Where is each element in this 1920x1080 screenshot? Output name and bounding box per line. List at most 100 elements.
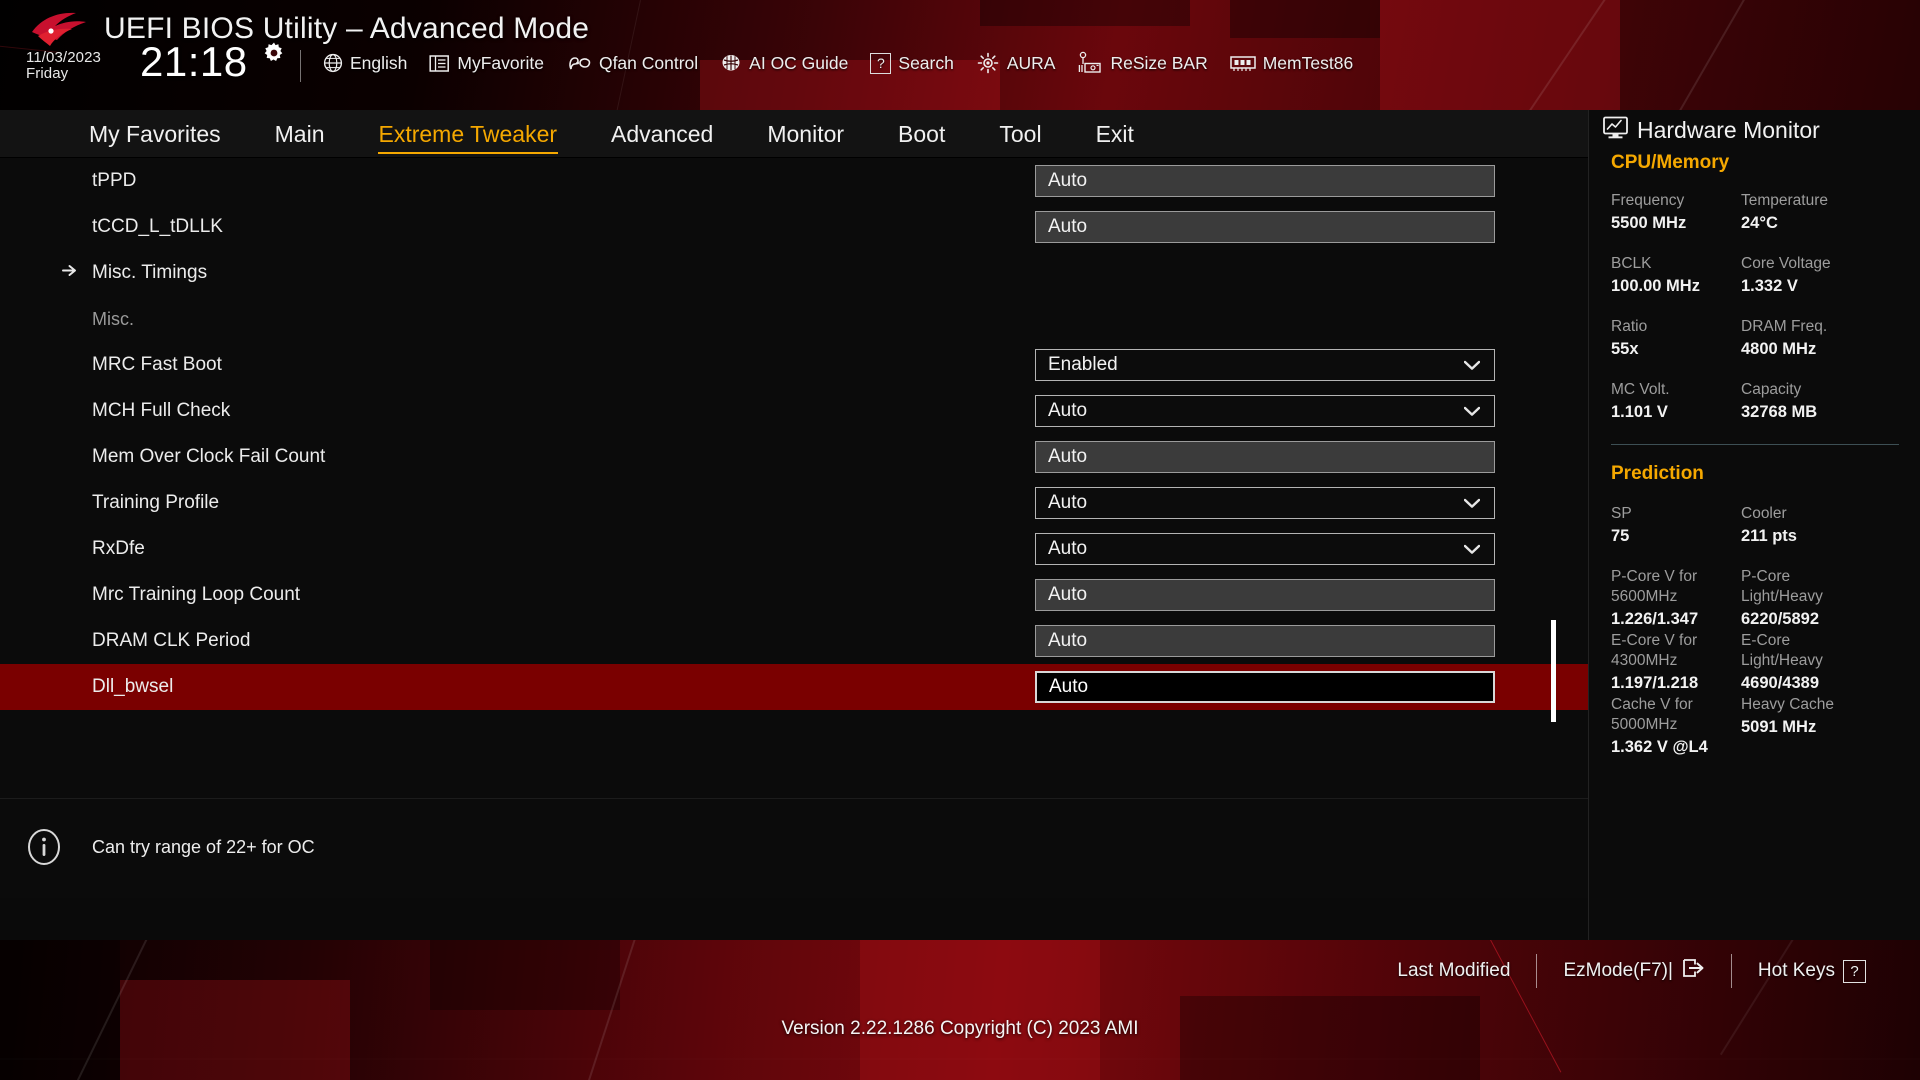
tool-myfavorite[interactable]: MyFavorite <box>418 53 555 74</box>
setting-value-input[interactable]: Auto <box>1035 211 1495 243</box>
question-box-icon: ? <box>870 52 892 74</box>
hw-key: SP <box>1611 505 1632 522</box>
tool-qfan-control[interactable]: Qfan Control <box>555 53 709 74</box>
hw-value: 1.332 V <box>1741 277 1798 295</box>
footer-bar: Last Modified EzMode(F7)| Hot Keys ? Ver… <box>0 940 1920 1080</box>
gear-icon[interactable] <box>262 42 286 66</box>
help-text: Can try range of 22+ for OC <box>92 837 315 857</box>
hardware-monitor-title-text: Hardware Monitor <box>1637 117 1820 143</box>
hw-value: 1.226/1.347 <box>1611 610 1699 628</box>
table-row[interactable]: tCCD_L_tDLLK Auto <box>0 204 1588 250</box>
hw-value: 1.101 V <box>1611 403 1668 421</box>
tab-extreme-tweaker[interactable]: Extreme Tweaker <box>352 110 585 158</box>
chevron-down-icon <box>1463 538 1481 560</box>
hw-key: Frequency <box>1611 192 1685 209</box>
hw-key: Capacity <box>1741 381 1802 398</box>
exit-arrow-icon <box>1681 957 1705 985</box>
hw-value: 5091 MHz <box>1741 718 1817 736</box>
table-row[interactable]: Training Profile Auto <box>0 480 1588 526</box>
tab-advanced[interactable]: Advanced <box>584 110 740 158</box>
table-row[interactable]: RxDfe Auto <box>0 526 1588 572</box>
setting-value-select[interactable]: Enabled <box>1035 349 1495 381</box>
tool-ai-oc-guide[interactable]: AI OC Guide <box>709 53 859 74</box>
select-value: Auto <box>1048 492 1088 513</box>
hw-key: Ratio <box>1611 318 1648 335</box>
table-row[interactable]: Mem Over Clock Fail Count Auto <box>0 434 1588 480</box>
setting-label: Mrc Training Loop Count <box>92 584 301 605</box>
setting-label: RxDfe <box>92 538 145 559</box>
setting-value-select[interactable]: Auto <box>1035 533 1495 565</box>
tool-label: English <box>350 52 408 73</box>
tool-label: AURA <box>1006 52 1056 73</box>
table-row-submenu[interactable]: Misc. Timings <box>0 250 1588 296</box>
hw-key: Heavy Cache <box>1741 696 1835 713</box>
hw-value: 100.00 MHz <box>1611 277 1700 295</box>
tool-label: MemTest86 <box>1262 52 1354 73</box>
table-row[interactable]: MCH Full Check Auto <box>0 388 1588 434</box>
nav-bar: My Favorites Main Extreme Tweaker Advanc… <box>0 110 1588 158</box>
setting-value-input[interactable]: Auto <box>1035 625 1495 657</box>
hw-key: BCLK <box>1611 255 1652 272</box>
setting-label: Dll_bwsel <box>92 676 174 697</box>
hw-key-freq: 5000MHz <box>1611 716 1678 733</box>
table-row[interactable]: MRC Fast Boot Enabled <box>0 342 1588 388</box>
tool-english[interactable]: English <box>312 53 418 74</box>
hw-key: Light/Heavy <box>1741 652 1823 669</box>
tab-main[interactable]: Main <box>248 110 352 158</box>
tool-memtest86[interactable]: MemTest86 <box>1219 53 1364 74</box>
select-value: Enabled <box>1048 354 1118 375</box>
chevron-down-icon <box>1463 354 1481 376</box>
bios-screen: UEFI BIOS Utility – Advanced Mode 11/03/… <box>0 0 1920 1080</box>
question-box-icon: ? <box>1843 959 1866 983</box>
setting-label: Mem Over Clock Fail Count <box>92 446 326 467</box>
setting-value-input-focused[interactable]: Auto <box>1035 671 1495 703</box>
tool-aura[interactable]: AURA <box>965 52 1067 74</box>
hardware-monitor-panel: Hardware Monitor CPU/Memory Frequency 55… <box>1588 110 1920 940</box>
tool-label: ReSize BAR <box>1110 52 1208 73</box>
last-modified-button[interactable]: Last Modified <box>1371 960 1536 982</box>
chevron-down-icon <box>1463 400 1481 422</box>
table-row-selected[interactable]: Dll_bwsel Auto <box>0 664 1588 710</box>
setting-value-select[interactable]: Auto <box>1035 487 1495 519</box>
tool-resize-bar[interactable]: ReSize BAR <box>1066 51 1218 75</box>
table-row[interactable]: DRAM CLK Period Auto <box>0 618 1588 664</box>
scrollbar[interactable] <box>1548 158 1558 798</box>
hw-key: Cooler <box>1741 505 1787 522</box>
ezmode-button[interactable]: EzMode(F7)| <box>1537 957 1730 985</box>
hw-value: 32768 MB <box>1741 403 1818 421</box>
tool-search[interactable]: ? Search <box>859 52 964 74</box>
tab-boot[interactable]: Boot <box>871 110 972 158</box>
hw-value: 6220/5892 <box>1741 610 1819 628</box>
day-text: Friday <box>26 64 69 82</box>
setting-value-input[interactable]: Auto <box>1035 165 1495 197</box>
rog-logo-icon <box>28 10 96 50</box>
setting-value-input[interactable]: Auto <box>1035 579 1495 611</box>
tab-monitor[interactable]: Monitor <box>740 110 871 158</box>
hw-value: 24°C <box>1741 214 1778 232</box>
scrollbar-thumb[interactable] <box>1551 620 1556 722</box>
table-row[interactable]: tPPD Auto <box>0 158 1588 204</box>
hw-value: 1.197/1.218 <box>1611 674 1699 692</box>
hardware-monitor-title: Hardware Monitor <box>1603 116 1820 145</box>
hw-value: 75 <box>1611 527 1630 545</box>
select-value: Auto <box>1048 538 1088 559</box>
tab-my-favorites[interactable]: My Favorites <box>62 110 248 158</box>
hw-key: E-Core <box>1741 632 1791 649</box>
hw-section-cpu-memory: CPU/Memory <box>1611 152 1730 173</box>
tool-label: MyFavorite <box>457 52 544 73</box>
hw-value: 4690/4389 <box>1741 674 1819 692</box>
table-row[interactable]: Mrc Training Loop Count Auto <box>0 572 1588 618</box>
setting-value-select[interactable]: Auto <box>1035 395 1495 427</box>
monitor-icon <box>1603 116 1628 145</box>
tab-exit[interactable]: Exit <box>1069 110 1161 158</box>
setting-value-input[interactable]: Auto <box>1035 441 1495 473</box>
tab-tool[interactable]: Tool <box>972 110 1068 158</box>
setting-label: DRAM CLK Period <box>92 630 251 651</box>
help-bar: Can try range of 22+ for OC <box>0 798 1588 898</box>
chevron-down-icon <box>1463 492 1481 514</box>
hot-keys-button[interactable]: Hot Keys ? <box>1732 959 1892 983</box>
setting-label: MRC Fast Boot <box>92 354 222 375</box>
hw-value: 4800 MHz <box>1741 340 1817 358</box>
setting-label: MCH Full Check <box>92 400 231 421</box>
table-row-group-header: Misc. <box>0 296 1588 342</box>
